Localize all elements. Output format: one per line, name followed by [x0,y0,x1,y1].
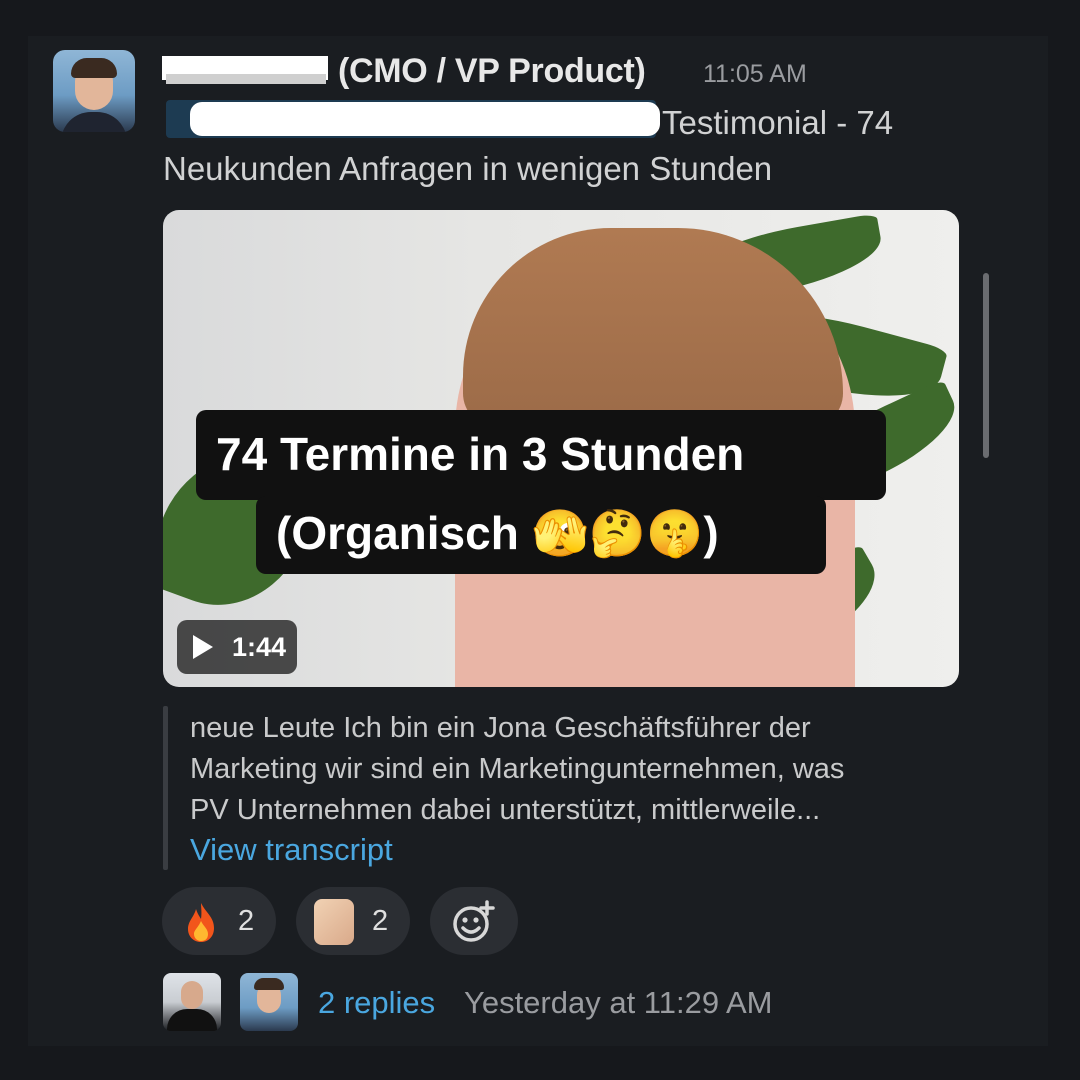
scrollbar-thumb[interactable] [983,273,989,458]
add-reaction-button[interactable] [430,887,518,955]
custom-thumb-icon [314,899,354,945]
thread-replies-link[interactable]: 2 replies [318,985,435,1021]
transcript-line1: neue Leute Ich bin ein Jona Geschäftsfüh… [190,712,811,744]
video-duration: 1:44 [232,632,287,662]
video-caption-line1: 74 Termine in 3 Stunden [216,428,745,480]
reaction-thumb-count: 2 [372,905,389,937]
reaction-fire[interactable]: 2 [162,887,276,955]
thread-last-reply-time: Yesterday at 11:29 AM [464,985,773,1020]
transcript-quote-bar [163,706,168,870]
slack-screenshot: (CMO / VP Product) 11:05 AM Testimonial … [0,0,1080,1080]
redacted-link-text [190,102,660,136]
view-transcript-link[interactable]: View transcript [190,832,393,868]
play-icon [193,635,213,659]
video-caption-line2: (Organisch 🫣🤔🤫) [276,507,719,559]
add-reaction-icon [453,900,495,942]
reply-avatar-1[interactable] [163,973,221,1031]
sender-avatar[interactable] [53,50,135,132]
video-duration-badge[interactable]: 1:44 [177,620,297,674]
message-text-line2: Neukunden Anfragen in wenigen Stunden [163,150,773,187]
sender-role[interactable]: (CMO / VP Product) [338,52,646,91]
redacted-sender-name-lower [166,74,326,84]
message-text-line1: Testimonial - 74 [662,104,894,141]
reply-avatar-2[interactable] [240,973,298,1031]
reaction-fire-count: 2 [238,905,255,937]
message-timestamp[interactable]: 11:05 AM [703,60,807,89]
avatar-face [181,981,203,1009]
avatar-hair [254,978,284,990]
transcript-line2: Marketing wir sind ein Marketingunterneh… [190,753,845,785]
reaction-custom-thumb[interactable]: 2 [296,887,410,955]
transcript-line3: PV Unternehmen dabei unterstützt, mittle… [190,794,821,826]
avatar-hair [71,58,117,78]
fire-icon [188,903,214,942]
avatar-suit [167,1009,217,1031]
avatar-shirt [61,112,127,132]
